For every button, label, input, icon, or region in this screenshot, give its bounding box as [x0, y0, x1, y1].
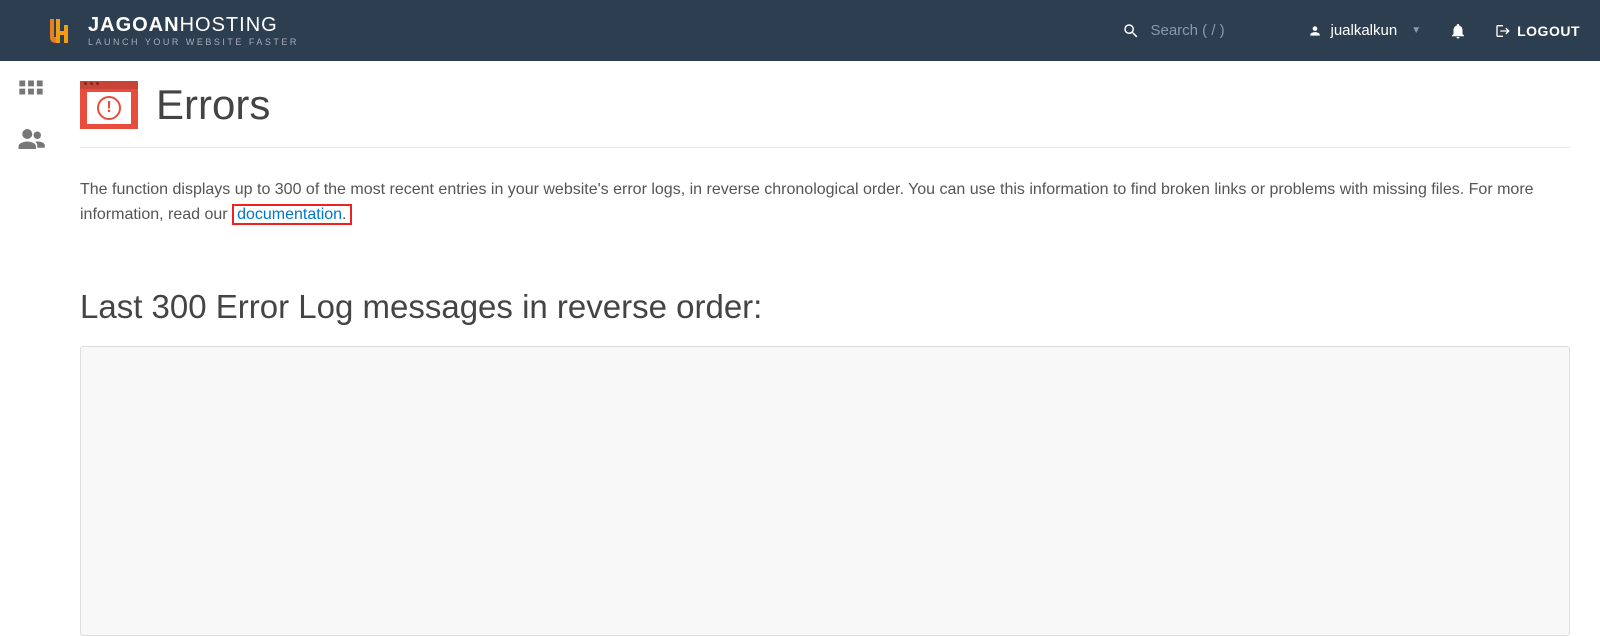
sidebar	[0, 61, 62, 636]
logo-icon	[40, 11, 80, 51]
page-icon: !	[80, 81, 138, 129]
logout-icon	[1495, 23, 1511, 39]
notifications-icon[interactable]	[1449, 22, 1467, 40]
search-input[interactable]	[1150, 22, 1280, 39]
logo-main-bold: JAGOAN	[88, 14, 180, 36]
username: jualkalkun	[1330, 22, 1397, 39]
documentation-link[interactable]: documentation	[237, 206, 342, 224]
user-menu[interactable]: jualkalkun ▼	[1308, 22, 1421, 39]
logout-button[interactable]: LOGOUT	[1495, 23, 1580, 39]
user-icon	[1308, 24, 1322, 38]
top-header: JAGOANHOSTING LAUNCH YOUR WEBSITE FASTER…	[0, 0, 1600, 61]
search-wrap	[1122, 22, 1280, 40]
sidebar-item-users[interactable]	[16, 127, 46, 151]
section-heading: Last 300 Error Log messages in reverse o…	[80, 288, 1570, 326]
logo-text: JAGOANHOSTING LAUNCH YOUR WEBSITE FASTER	[88, 15, 299, 47]
main-content: ! Errors The function displays up to 300…	[62, 61, 1600, 636]
logo-main-light: HOSTING	[180, 14, 278, 36]
caret-down-icon: ▼	[1411, 25, 1421, 36]
sidebar-item-apps[interactable]	[16, 79, 46, 103]
page-description: The function displays up to 300 of the m…	[80, 178, 1570, 228]
logout-label: LOGOUT	[1517, 23, 1580, 39]
page-header: ! Errors	[80, 81, 1570, 148]
body-layout: ! Errors The function displays up to 300…	[0, 61, 1600, 636]
warning-icon: !	[97, 96, 121, 120]
search-icon[interactable]	[1122, 22, 1140, 40]
header-right: jualkalkun ▼ LOGOUT	[1122, 22, 1580, 40]
highlight-box: documentation.	[232, 204, 351, 225]
description-text-after: .	[342, 206, 346, 223]
logo-tagline: LAUNCH YOUR WEBSITE FASTER	[88, 38, 299, 47]
logo[interactable]: JAGOANHOSTING LAUNCH YOUR WEBSITE FASTER	[40, 11, 299, 51]
page-title: Errors	[156, 81, 270, 129]
error-log-box	[80, 346, 1570, 636]
